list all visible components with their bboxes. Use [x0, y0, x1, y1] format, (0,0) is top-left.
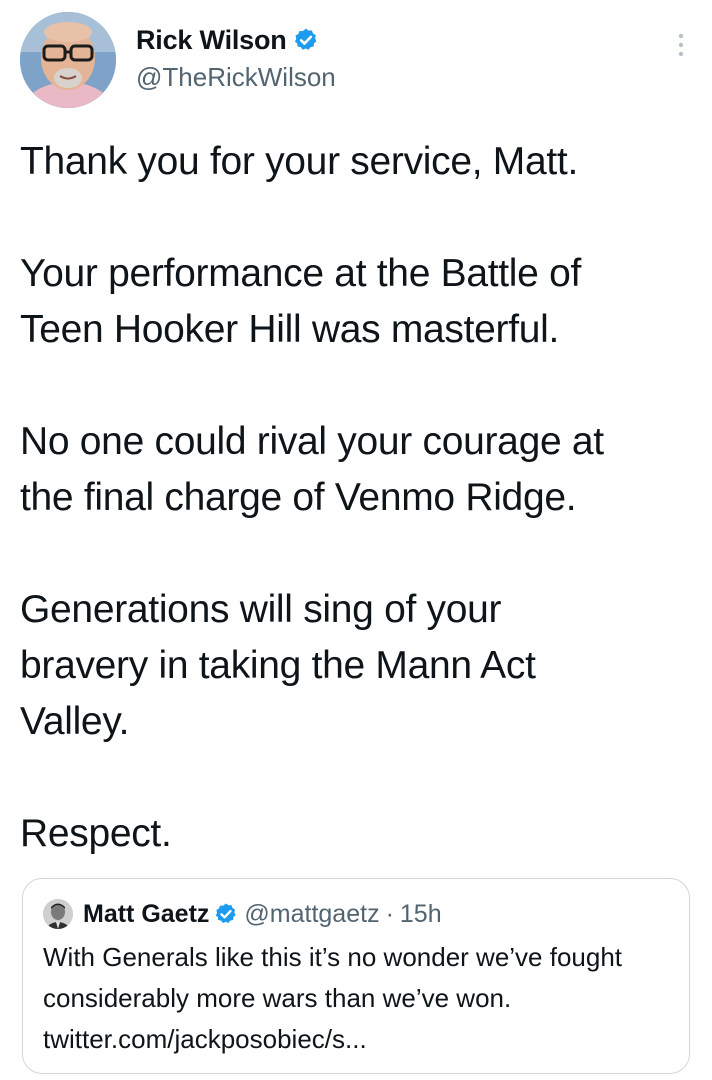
tweet-paragraph: Thank you for your service, Matt.	[20, 140, 578, 183]
quoted-tweet-time[interactable]: 15h	[400, 900, 442, 929]
tweet-paragraph: Your performance at the Battle of Teen H…	[20, 252, 582, 351]
quoted-author-name[interactable]: Matt Gaetz	[83, 900, 209, 929]
more-vertical-icon[interactable]	[674, 30, 688, 60]
tweet-card: Rick Wilson @TheRickWilson Thank you for…	[0, 0, 712, 1080]
quoted-author-avatar[interactable]	[43, 899, 73, 929]
separator-dot: ·	[385, 899, 394, 928]
author-names: Rick Wilson @TheRickWilson	[136, 20, 336, 93]
verified-badge-icon	[293, 27, 319, 53]
tweet-paragraph: No one could rival your courage at the f…	[20, 420, 604, 519]
tweet-header: Rick Wilson @TheRickWilson	[20, 12, 692, 112]
author-handle[interactable]: @TheRickWilson	[136, 62, 336, 93]
quoted-tweet[interactable]: Matt Gaetz @mattgaetz · 15h With General…	[22, 878, 690, 1074]
tweet-text: Thank you for your service, Matt. Your p…	[20, 134, 700, 862]
tweet-paragraph: Respect.	[20, 812, 172, 855]
quoted-tweet-header: Matt Gaetz @mattgaetz · 15h	[43, 895, 442, 933]
tweet-paragraph: Generations will sing of your bravery in…	[20, 588, 536, 743]
display-name-row: Rick Wilson	[136, 20, 336, 60]
verified-badge-icon	[214, 902, 238, 926]
quoted-tweet-text: With Generals like this it’s no wonder w…	[43, 942, 623, 1054]
author-avatar[interactable]	[20, 12, 116, 108]
quoted-author-handle[interactable]: @mattgaetz	[244, 900, 379, 929]
author-display-name[interactable]: Rick Wilson	[136, 25, 287, 56]
